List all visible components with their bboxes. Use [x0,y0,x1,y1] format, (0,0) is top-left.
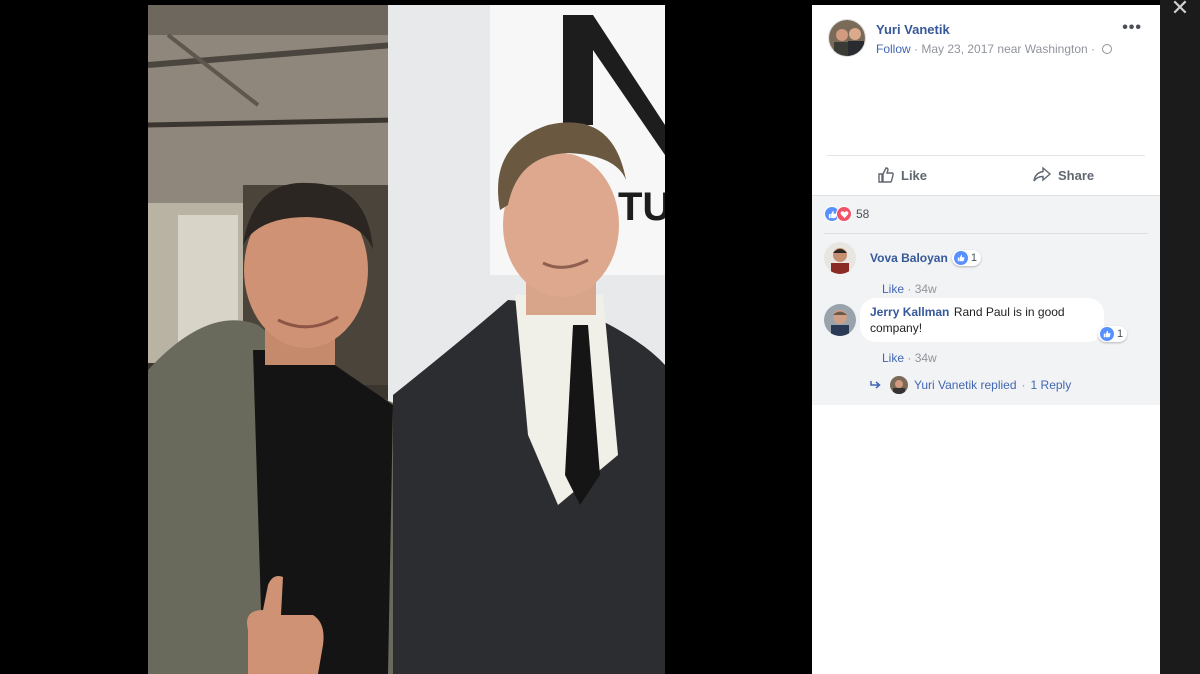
thumbs-up-icon [878,167,894,183]
like-count-text: 1 [1117,328,1124,340]
globe-icon [1102,44,1113,54]
reaction-count: 58 [856,207,870,221]
comments-section: 58 Vova Baloyan 1 Like · 34w Jerry Kallm… [812,195,1160,405]
reply-author-text: Yuri Vanetik replied [914,378,1017,392]
post-header: Yuri Vanetik Follow · May 23, 2017 near … [812,5,1160,155]
photo-viewer: ✕ TUR [0,0,1200,674]
commenter-name[interactable]: Jerry Kallman [870,305,949,319]
commenter-name[interactable]: Vova Baloyan [870,251,948,265]
replier-avatar [890,376,908,394]
comment-age: 34w [914,282,937,296]
divider [824,233,1148,234]
love-reaction-icon [836,206,852,222]
view-replies-link[interactable]: Yuri Vanetik replied · 1 Reply [870,376,1071,394]
reply-count[interactable]: 1 Reply [1031,378,1072,392]
close-icon[interactable]: ✕ [1168,0,1192,20]
sign-text: TUR [618,185,665,229]
post-date-location: · May 23, 2017 near Washington · [914,42,1096,56]
like-button[interactable]: Like [877,156,927,194]
comment-actions: Like · 34w [882,282,937,296]
author-name[interactable]: Yuri Vanetik [876,22,950,37]
like-count-text: 1 [970,252,977,264]
backdrop [1160,0,1200,674]
more-options-icon[interactable]: ••• [1122,19,1142,37]
share-arrow-icon [1033,166,1052,182]
comment-like-count[interactable]: 1 [1098,326,1128,342]
comment-item: Jerry Kallman Rand Paul is in good compa… [824,298,1154,374]
comment-like-button[interactable]: Like [882,282,904,296]
post-panel: Yuri Vanetik Follow · May 23, 2017 near … [812,5,1160,674]
comment-bubble: Jerry Kallman Rand Paul is in good compa… [860,298,1104,342]
post-actions: Like Share [827,155,1145,195]
like-button-label: Like [901,167,928,183]
commenter-avatar[interactable] [824,242,856,274]
like-reaction-icon [1100,327,1114,341]
comment-age: 34w [914,351,937,365]
follow-link[interactable]: Follow [876,42,911,56]
comment-actions: Like · 34w [882,351,937,365]
reaction-summary[interactable]: 58 [824,206,869,222]
post-meta: Follow · May 23, 2017 near Washington · [876,42,1113,56]
post-photo[interactable]: TUR [148,5,665,674]
comment-like-count[interactable]: 1 [951,250,981,266]
author-avatar[interactable] [828,19,866,57]
share-button[interactable]: Share [1032,156,1094,194]
share-button-label: Share [1058,167,1095,183]
comment-like-button[interactable]: Like [882,351,904,365]
reply-separator: · [1021,378,1026,392]
comment-item: Vova Baloyan 1 Like · 34w [824,242,1154,302]
commenter-avatar[interactable] [824,304,856,336]
reply-arrow-icon [870,381,881,389]
like-reaction-icon [953,251,968,265]
